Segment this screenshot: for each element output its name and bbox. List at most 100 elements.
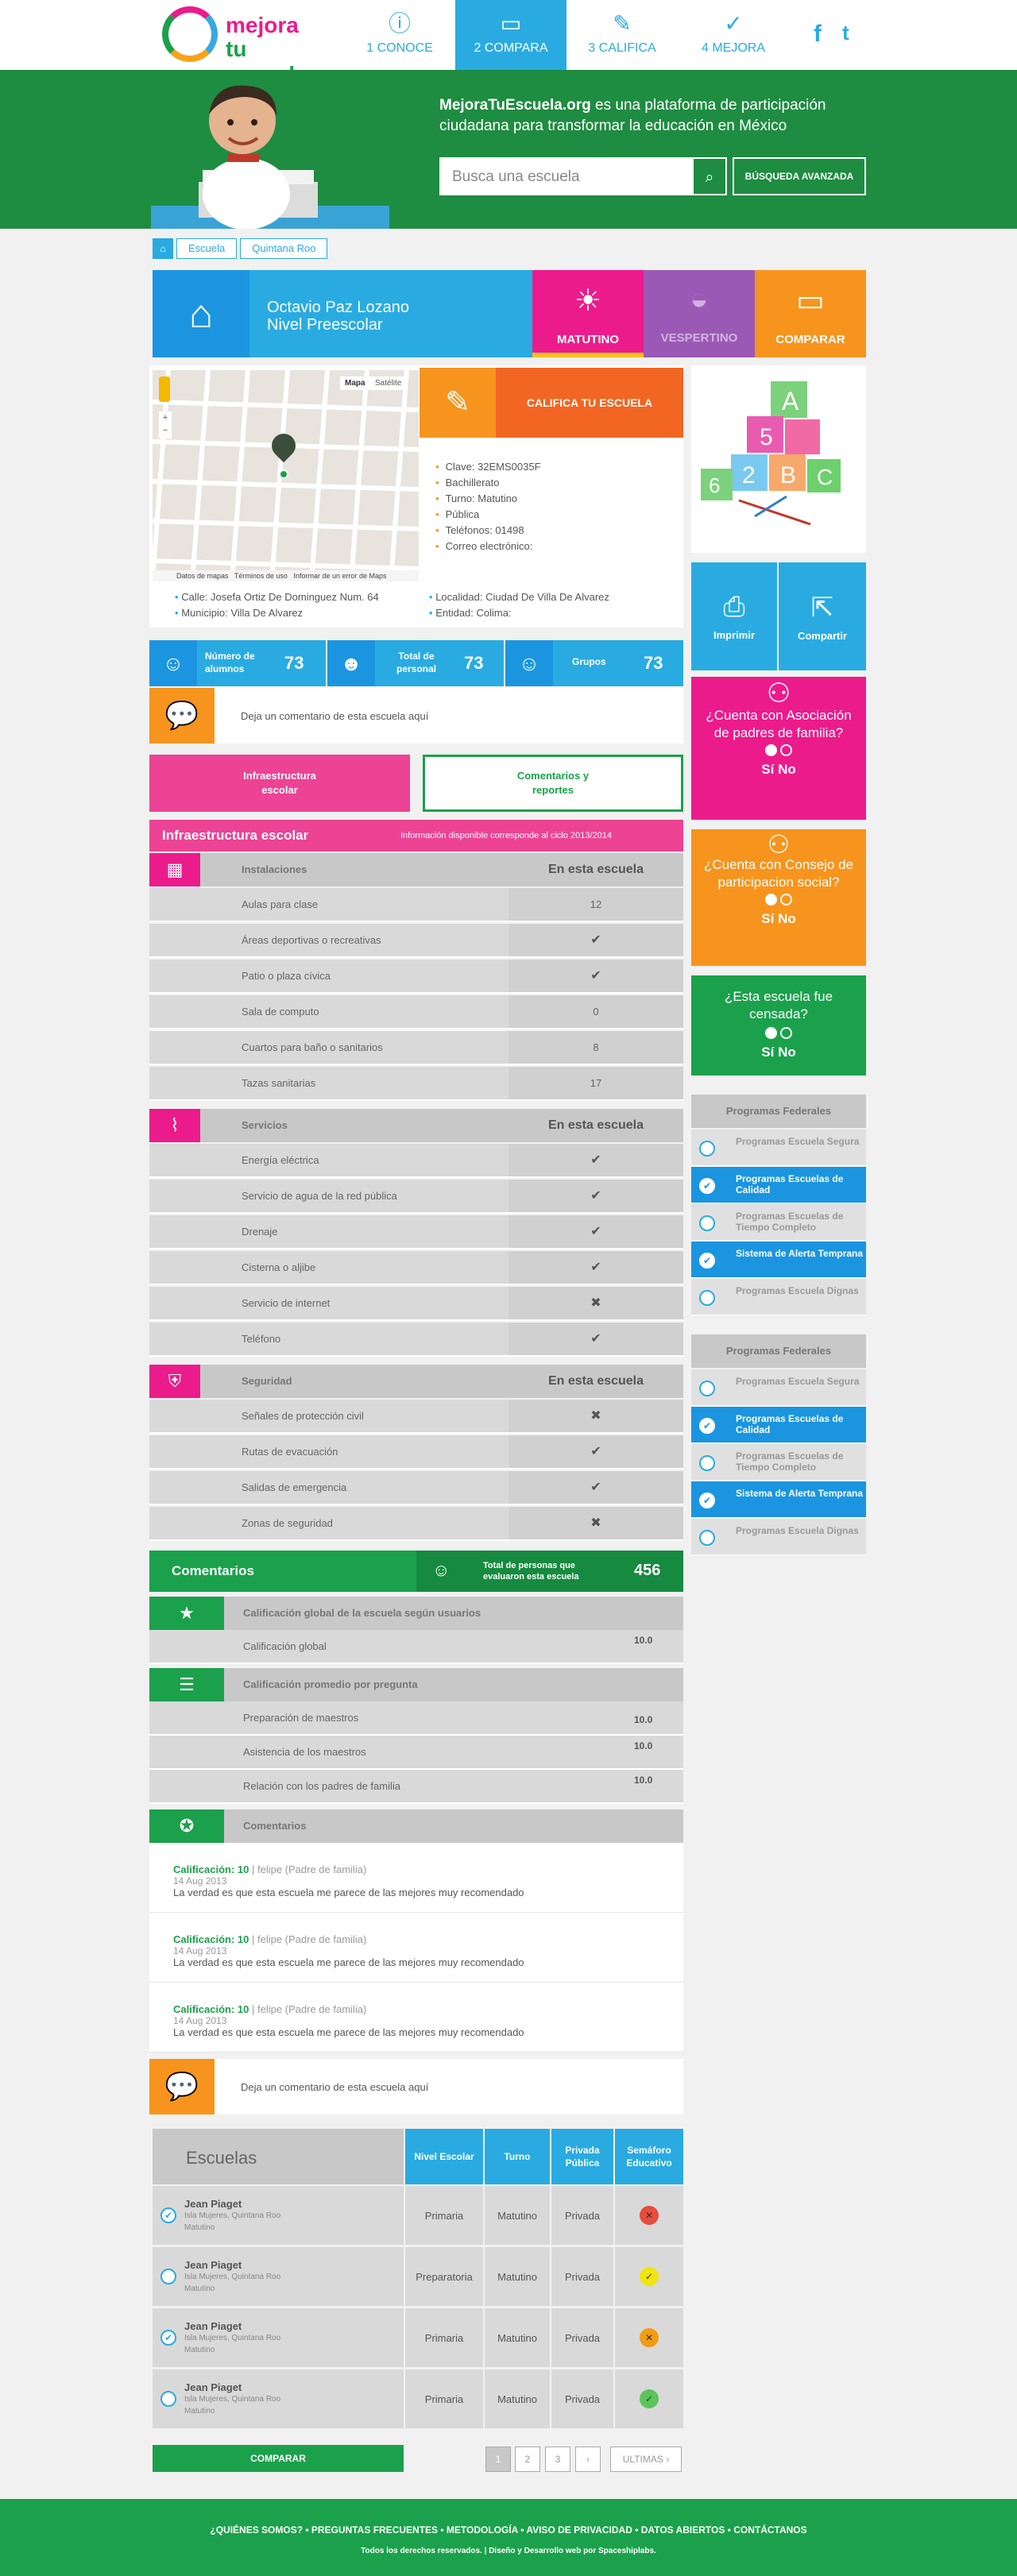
comment-prompt-bottom[interactable]: 💬 Deja un comentario de esta escuela aqu… xyxy=(149,2059,683,2114)
comment-item: Calificación: 10 | felipe (Padre de fami… xyxy=(149,1913,683,1983)
program-item[interactable]: Programas Escuelas de Tiempo Completo xyxy=(691,1444,866,1481)
opt-no: No xyxy=(778,911,796,926)
map-footer-report[interactable]: Informar de un error de Maps xyxy=(293,572,386,580)
school-row[interactable]: ✔ Jean Piaget Isla Mujeres, Quintana Roo Ma… xyxy=(153,2308,683,2369)
printer-icon: ⎙ xyxy=(723,592,745,622)
comment-star-icon: ✪ xyxy=(149,1809,224,1843)
school-name[interactable]: Jean Piaget xyxy=(184,2381,280,2393)
page-next[interactable]: › xyxy=(575,2447,601,2472)
share-icon: ⇱ xyxy=(810,592,834,623)
map-type-button[interactable]: Mapa xyxy=(340,377,370,390)
breadcrumb-item[interactable]: Escuela xyxy=(176,238,238,259)
logo[interactable]: mejora tu escuela xyxy=(162,6,329,87)
footer-links[interactable]: ¿QUIÉNES SOMOS? • PREGUNTAS FRECUENTES •… xyxy=(0,2524,1017,2535)
location-dot-icon xyxy=(279,469,288,479)
infra-row-label: Aulas para clase xyxy=(242,898,319,910)
turno-cell: Matutino xyxy=(485,2308,550,2367)
search-button[interactable]: ⌕ xyxy=(694,159,725,194)
infra-row: Teléfono ✔ xyxy=(149,1323,683,1357)
school-name[interactable]: Jean Piaget xyxy=(184,2198,280,2210)
program-checkbox[interactable] xyxy=(699,1455,715,1471)
select-checkbox[interactable]: ✔ xyxy=(160,2330,176,2346)
program-item[interactable]: Programas Escuela Segura xyxy=(691,1130,866,1166)
stat-personal: ☻ Total de personal 73 xyxy=(327,640,504,686)
program-checkbox[interactable]: ✔ xyxy=(699,1253,715,1269)
footer: ¿QUIÉNES SOMOS? • PREGUNTAS FRECUENTES •… xyxy=(0,2499,1017,2576)
info-tipo: Pública xyxy=(435,507,541,523)
program-item[interactable]: Programas Escuela Segura xyxy=(691,1369,866,1406)
q3-radios[interactable] xyxy=(691,1026,866,1044)
page-2[interactable]: 2 xyxy=(515,2447,540,2472)
satellite-button[interactable]: Satélite xyxy=(370,377,407,390)
nav-mejora[interactable]: ✓ 4 MEJORA xyxy=(678,0,789,70)
nav-compara[interactable]: ▭ 2 COMPARA xyxy=(455,0,567,70)
select-checkbox[interactable] xyxy=(160,2391,176,2407)
speech-bubble-icon: 💬 xyxy=(149,688,215,743)
map[interactable]: Mapa Satélite + − Datos de mapas Términos… xyxy=(153,370,419,581)
q1-radios[interactable] xyxy=(691,743,866,761)
svg-text:A: A xyxy=(782,387,799,415)
breadcrumb-item[interactable]: Quintana Roo xyxy=(240,238,328,259)
program-item[interactable]: Programas Escuelas de Tiempo Completo xyxy=(691,1204,866,1241)
info-clave: Clave: 32EMS0035F xyxy=(435,459,541,475)
tab-infraestructura[interactable]: Infraestructura escolar xyxy=(149,755,410,812)
program-item[interactable]: Programas Escuela Dignas xyxy=(691,1279,866,1315)
tab-vespertino[interactable]: ◒ VESPERTINO xyxy=(644,270,755,357)
pegman-icon[interactable] xyxy=(159,377,170,402)
nav-califica[interactable]: ✎ 3 CALIFICA xyxy=(567,0,678,70)
infra-row-value: 17 xyxy=(508,1067,683,1099)
zoom-control[interactable]: + − xyxy=(159,411,172,438)
map-footer-terms[interactable]: Términos de uso xyxy=(234,572,288,580)
page-last[interactable]: ULTIMAS › xyxy=(610,2447,682,2472)
search-icon: ⌕ xyxy=(705,169,714,186)
school-row[interactable]: Jean Piaget Isla Mujeres, Quintana Roo Mat… xyxy=(153,2247,683,2308)
select-checkbox[interactable] xyxy=(160,2269,176,2284)
stat-label: Número de alumnos xyxy=(205,651,255,674)
home-icon[interactable]: ⌂ xyxy=(153,238,173,259)
advanced-search-button[interactable]: BÚSQUEDA AVANZADA xyxy=(733,157,866,195)
infra-row: Rutas de evacuación ✔ xyxy=(149,1435,683,1470)
program-item[interactable]: ✔ Sistema de Alerta Temprana xyxy=(691,1481,866,1518)
infra-row-value: 12 xyxy=(508,888,683,921)
tipo-cell: Privada xyxy=(551,2247,613,2306)
twitter-icon[interactable]: t xyxy=(842,21,849,45)
q2-radios[interactable] xyxy=(691,893,866,910)
program-item[interactable]: ✔ Programas Escuelas de Calidad xyxy=(691,1407,866,1443)
info-correo: Correo electrónico: xyxy=(435,539,541,554)
program-item[interactable]: Programas Escuela Dignas xyxy=(691,1519,866,1555)
share-button[interactable]: ⇱ Compartir xyxy=(779,562,866,670)
program-checkbox[interactable]: ✔ xyxy=(699,1493,715,1508)
print-button[interactable]: ⎙ Imprimir xyxy=(691,562,777,670)
students-icon: ☺ xyxy=(149,640,197,686)
program-checkbox[interactable] xyxy=(699,1215,715,1231)
school-name[interactable]: Jean Piaget xyxy=(184,2320,280,2332)
nav-conoce[interactable]: ⓘ 1 CONOCE xyxy=(344,0,455,70)
tab-comparar[interactable]: ▭ COMPARAR xyxy=(755,270,866,357)
facebook-icon[interactable]: f xyxy=(814,21,822,48)
page-3[interactable]: 3 xyxy=(545,2447,570,2472)
school-name[interactable]: Jean Piaget xyxy=(184,2259,280,2271)
program-checkbox[interactable] xyxy=(699,1381,715,1396)
program-item[interactable]: ✔ Sistema de Alerta Temprana xyxy=(691,1242,866,1278)
search-input[interactable]: Busca una escuela ⌕ xyxy=(439,157,727,195)
program-checkbox[interactable]: ✔ xyxy=(699,1178,715,1194)
program-checkbox[interactable] xyxy=(699,1290,715,1306)
program-item[interactable]: ✔ Programas Escuelas de Calidad xyxy=(691,1167,866,1203)
comment-item: Calificación: 10 | felipe (Padre de fami… xyxy=(149,1983,683,2053)
califica-button[interactable]: ✎ CALIFICA TU ESCUELA xyxy=(420,368,683,438)
hero-brand: MejoraTuEscuela.org xyxy=(439,97,591,114)
svg-text:B: B xyxy=(780,462,796,489)
program-checkbox[interactable] xyxy=(699,1530,715,1546)
tab-matutino[interactable]: ☀ MATUTINO xyxy=(532,270,644,357)
comment-prompt[interactable]: 💬 Deja un comentario de esta escuela aqu… xyxy=(149,688,683,743)
program-checkbox[interactable]: ✔ xyxy=(699,1418,715,1434)
califica-label: CALIFICA TU ESCUELA xyxy=(526,396,653,409)
program-checkbox[interactable] xyxy=(699,1141,715,1157)
school-row[interactable]: Jean Piaget Isla Mujeres, Quintana Roo Mat… xyxy=(153,2369,683,2430)
page-1[interactable]: 1 xyxy=(485,2447,511,2472)
select-checkbox[interactable]: ✔ xyxy=(160,2207,176,2223)
school-row[interactable]: ✔ Jean Piaget Isla Mujeres, Quintana Roo Ma… xyxy=(153,2186,683,2246)
comparar-button[interactable]: COMPARAR xyxy=(153,2445,404,2472)
tab-comentarios[interactable]: Comentarios y reportes xyxy=(423,755,683,812)
pencil-icon: ✎ xyxy=(613,11,632,36)
